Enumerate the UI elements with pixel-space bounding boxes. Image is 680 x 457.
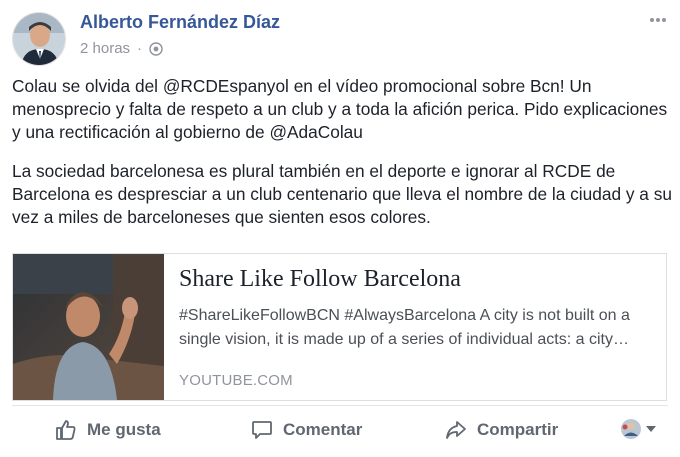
page-avatar-dropdown-icon bbox=[621, 419, 641, 439]
post-paragraph: Colau se olvida del @RCDEspanyol en el v… bbox=[12, 76, 668, 142]
thumbs-up-icon bbox=[56, 420, 76, 440]
avatar-photo bbox=[13, 13, 65, 65]
share-arrow-icon bbox=[446, 421, 466, 439]
share-label: Compartir bbox=[477, 420, 559, 439]
author-name[interactable]: Alberto Fernández Díaz bbox=[80, 12, 280, 33]
link-domain: YOUTUBE.COM bbox=[179, 372, 293, 389]
like-label: Me gusta bbox=[87, 420, 161, 439]
speech-bubble-icon bbox=[252, 421, 272, 439]
share-button[interactable]: Compartir bbox=[444, 414, 558, 446]
link-description-line: single vision, it is made up of a series… bbox=[179, 331, 629, 348]
author-avatar[interactable] bbox=[12, 12, 66, 66]
more-options-icon[interactable] bbox=[648, 14, 668, 26]
like-button[interactable]: Me gusta bbox=[54, 414, 161, 446]
link-preview-card[interactable]: Share Like Follow Barcelona #ShareLikeFo… bbox=[12, 253, 667, 401]
meta-separator: · bbox=[137, 40, 143, 57]
link-title[interactable]: Share Like Follow Barcelona bbox=[179, 266, 659, 293]
comment-label: Comentar bbox=[283, 420, 363, 439]
link-description-line: #ShareLikeFollowBCN #AlwaysBarcelona A c… bbox=[179, 307, 630, 324]
chevron-down-icon bbox=[646, 426, 656, 432]
video-thumbnail[interactable] bbox=[13, 254, 164, 400]
action-bar: Me gusta Comentar Compartir bbox=[12, 405, 668, 454]
post-meta: 2 horas · bbox=[80, 40, 163, 57]
reaction-selector[interactable] bbox=[620, 418, 656, 440]
post-paragraph: La sociedad barcelonesa es plural tambié… bbox=[12, 161, 672, 227]
link-description: #ShareLikeFollowBCN #AlwaysBarcelona A c… bbox=[179, 304, 657, 352]
thumbnail-image bbox=[13, 254, 164, 400]
globe-icon[interactable] bbox=[149, 41, 163, 56]
comment-button[interactable]: Comentar bbox=[250, 414, 362, 446]
post-timestamp[interactable]: 2 horas bbox=[80, 40, 130, 57]
